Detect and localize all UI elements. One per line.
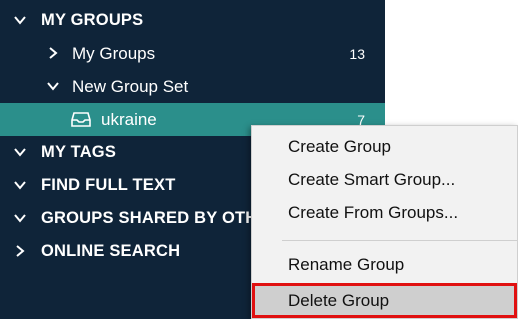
chevron-down-icon[interactable] [12, 177, 28, 193]
section-label: FIND FULL TEXT [41, 176, 176, 194]
menu-item-delete-group[interactable]: Delete Group [252, 283, 517, 318]
tree-item-label: New Group Set [72, 76, 189, 96]
menu-item-rename-group[interactable]: Rename Group [252, 248, 517, 281]
tree-item-label: ukraine [101, 109, 157, 129]
section-label: MY GROUPS [41, 11, 144, 29]
menu-item-create-smart-group[interactable]: Create Smart Group... [252, 163, 517, 196]
menu-separator [282, 240, 517, 241]
chevron-right-icon[interactable] [12, 243, 28, 259]
group-tray-icon [71, 111, 91, 128]
tree-item-my-groups[interactable]: My Groups 13 [0, 37, 385, 70]
section-my-groups[interactable]: MY GROUPS [0, 4, 385, 37]
chevron-down-icon[interactable] [12, 210, 28, 226]
item-count: 13 [349, 45, 365, 62]
section-label: ONLINE SEARCH [41, 242, 181, 260]
menu-item-create-group[interactable]: Create Group [252, 130, 517, 163]
chevron-down-icon[interactable] [45, 78, 61, 94]
tree-item-new-group-set[interactable]: New Group Set [0, 70, 385, 103]
tree-item-label: My Groups [72, 43, 156, 63]
section-label: MY TAGS [41, 143, 117, 161]
menu-item-create-from-groups[interactable]: Create From Groups... [252, 196, 517, 229]
chevron-down-icon[interactable] [12, 12, 28, 28]
chevron-right-icon[interactable] [45, 45, 61, 61]
chevron-down-icon[interactable] [12, 144, 28, 160]
context-menu: Create Group Create Smart Group... Creat… [251, 125, 518, 319]
